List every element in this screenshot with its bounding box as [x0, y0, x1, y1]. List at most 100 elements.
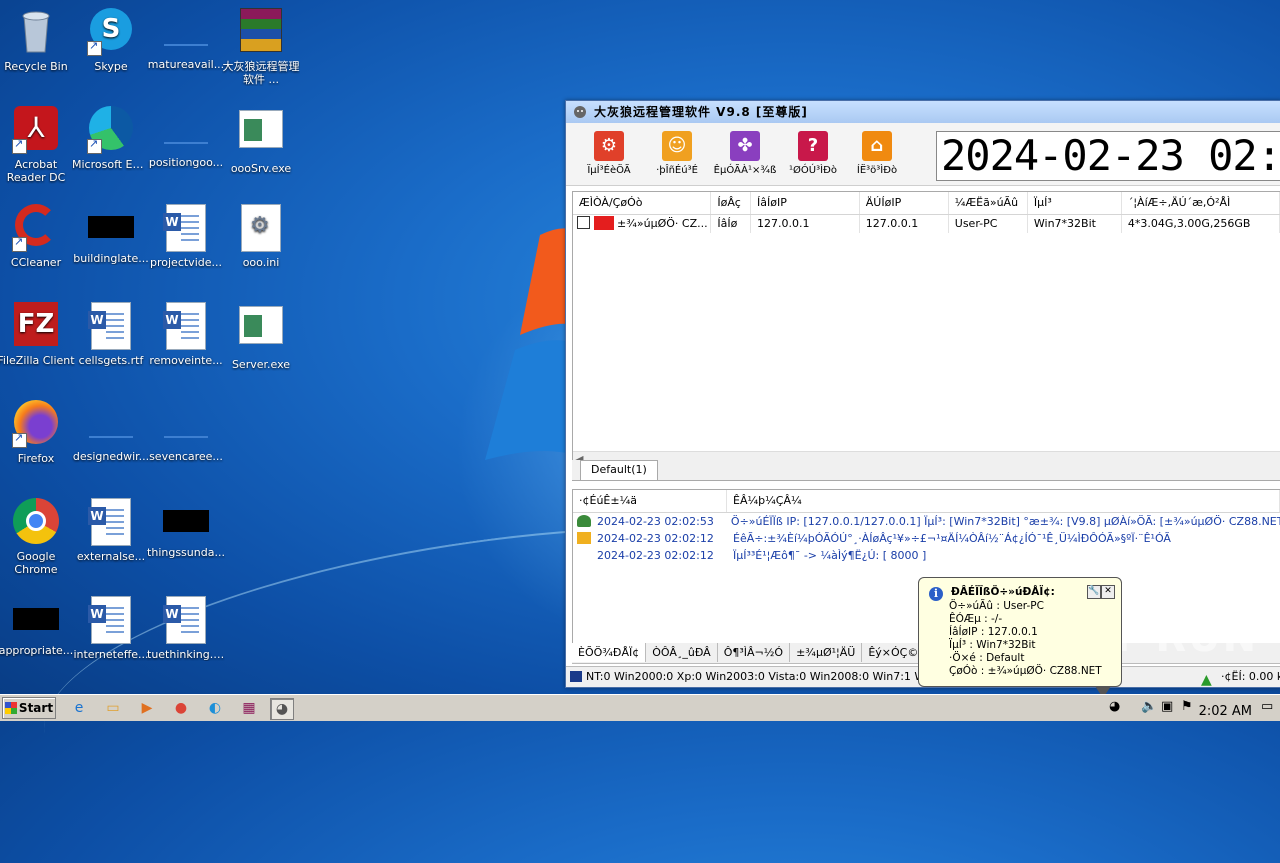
- media-player-taskbar-icon[interactable]: ▶: [136, 698, 158, 718]
- desktop-icon-chrome[interactable]: Google Chrome: [0, 498, 75, 576]
- desktop-icon-acrobat[interactable]: ⅄ Acrobat Reader DC: [0, 106, 75, 184]
- word-document-icon: W: [87, 596, 135, 644]
- desktop-icon-dahuilang[interactable]: 大灰狼远程管理软件 ...: [222, 8, 300, 86]
- network-icon[interactable]: ▣: [1161, 699, 1173, 714]
- event-log-header: ·¢ÉúÊ±¼ä ÊÂ¼þ¼ÇÂ¼: [573, 490, 1280, 513]
- log-row[interactable]: 2024-02-23 02:02:12 ÏµÍ³³É¹¦Æô¶¯ -> ¼àÌý…: [573, 547, 1280, 564]
- help-icon: ?: [798, 131, 828, 161]
- volume-icon[interactable]: 🔈: [1141, 699, 1157, 714]
- monitor-icon: [570, 671, 582, 682]
- desktop-icon-designedwir[interactable]: designedwir...: [72, 400, 150, 463]
- explorer-taskbar-icon[interactable]: ▭: [102, 698, 124, 718]
- desktop-icon-thingssunda[interactable]: thingssunda...: [147, 498, 225, 559]
- desktop-icon-appropriate[interactable]: appropriate...: [0, 596, 75, 657]
- wolf-app-taskbar-icon[interactable]: ◕: [270, 698, 294, 720]
- exit-button[interactable]: ⌂ ÍË³ö³ÌÐò: [844, 131, 910, 176]
- desktop-icon-interneteffe[interactable]: W interneteffe...: [72, 596, 150, 661]
- col-lan-ip[interactable]: ÄÚÍøIP: [860, 192, 949, 214]
- info-hostname: Ö÷»úÃû : User-PC: [949, 600, 1044, 612]
- desktop-icon-server-exe[interactable]: Server.exe: [222, 302, 300, 371]
- tools-icon: ✤: [730, 131, 760, 161]
- desktop-icon-positiongoo[interactable]: positiongoo...: [147, 106, 225, 169]
- app-tray-icon[interactable]: ◕: [1109, 699, 1120, 714]
- info-wan-ip: ÍâÍøIP : 127.0.0.1: [949, 626, 1038, 638]
- user-online-icon: [577, 515, 591, 527]
- col-wan-ip[interactable]: ÍâÍøIP: [751, 192, 860, 214]
- windows-logo-icon: [4, 702, 17, 714]
- taskbar: Start e ▭ ▶ ● ◐ ▦ ◕ ◕ 🔈 ▣ ⚑ 2:02 AM ▭: [0, 694, 1280, 721]
- tab-default-group[interactable]: Default(1): [580, 460, 658, 480]
- start-button[interactable]: Start: [2, 697, 56, 719]
- about-button[interactable]: ? ¹ØÓÚ³ÌÐò: [780, 131, 846, 176]
- tools-button[interactable]: ✤ ÊµÓÃÀ¹×¾ß: [712, 131, 778, 176]
- host-list-header: ÆÌÒÀ/ÇøÓò ÍøÂç ÍâÍøIP ÄÚÍøIP ¼ÆËã»úÃû Ïµ…: [573, 192, 1280, 215]
- file-icon: [164, 24, 208, 46]
- desktop-icon-ooo-ini[interactable]: ⚙ ooo.ini: [222, 204, 300, 269]
- desktop-icon-firefox[interactable]: Firefox: [0, 400, 75, 465]
- tab-2[interactable]: ÒÔÂ¸_ûÐÂ: [646, 643, 718, 662]
- black-file-icon: [88, 216, 134, 238]
- word-document-icon: W: [162, 204, 210, 252]
- log-icon: [577, 549, 591, 561]
- desktop-icon-filezilla[interactable]: FZ FileZilla Client: [0, 302, 75, 367]
- ie-taskbar-icon[interactable]: e: [68, 698, 90, 718]
- about-label: ¹ØÓÚ³ÌÐò: [789, 165, 837, 176]
- winrar-taskbar-icon[interactable]: ▦: [238, 698, 260, 718]
- col-network[interactable]: ÍøÂç: [711, 192, 752, 214]
- settings-button[interactable]: ⚙ ÏµÍ³ÉèÖÃ: [576, 131, 642, 176]
- settings-label: ÏµÍ³ÉèÖÃ: [587, 165, 631, 176]
- pin-icon[interactable]: 🔧: [1087, 585, 1101, 599]
- row-checkbox[interactable]: [577, 216, 590, 229]
- file-icon: [89, 416, 133, 438]
- black-file-icon: [13, 608, 59, 630]
- desktop-icon-cellsgets[interactable]: W cellsgets.rtf: [72, 302, 150, 367]
- col-hardware[interactable]: ´¦ÀíÆ÷,ÄÚ´æ,Ó²ÅÌ: [1122, 192, 1280, 214]
- close-icon[interactable]: ✕: [1101, 585, 1115, 599]
- recycle-bin-icon: [12, 8, 60, 56]
- desktop-icon-externalse[interactable]: W externalse...: [72, 498, 150, 563]
- desktop-icon-removeinte[interactable]: W removeinte...: [147, 302, 225, 367]
- exit-label: ÍË³ö³ÌÐò: [856, 165, 898, 176]
- home-icon: [577, 532, 591, 544]
- new-host-notification[interactable]: i ÐÂÉÏÏßÖ÷»úÐÅÏ¢: 🔧 ✕ Ö÷»úÃû : User-PC Ê…: [918, 577, 1122, 698]
- show-desktop-icon[interactable]: ▭: [1261, 699, 1273, 714]
- taskbar-clock[interactable]: 2:02 AM: [1199, 699, 1252, 725]
- tab-3[interactable]: Ô¶³ÌÂ¬½Ó: [718, 643, 791, 662]
- desktop-icon-skype[interactable]: S Skype: [72, 8, 150, 73]
- tab-log[interactable]: ÈÕÖ¾ÐÅÏ¢: [572, 643, 647, 662]
- desktop-icon-sevencaree[interactable]: sevencaree...: [147, 400, 225, 463]
- col-time[interactable]: ·¢ÉúÊ±¼ä: [573, 490, 727, 512]
- desktop-icon-ccleaner[interactable]: CCleaner: [0, 204, 75, 269]
- word-document-icon: W: [87, 498, 135, 546]
- chrome-icon: [12, 498, 60, 546]
- firefox-icon: [12, 400, 60, 448]
- edge-taskbar-icon[interactable]: ◐: [204, 698, 226, 718]
- tab-4[interactable]: ±¾µØ¹¦ÄÜ: [790, 643, 863, 662]
- desktop-icon-recycle-bin[interactable]: Recycle Bin: [0, 8, 75, 73]
- desktop-icon-edge[interactable]: Microsoft Edge: [72, 106, 150, 171]
- desktop-icon-tuethinking[interactable]: W tuethinking.rtf: [147, 596, 225, 661]
- filezilla-icon: FZ: [12, 302, 60, 350]
- word-document-icon: W: [87, 302, 135, 350]
- log-row[interactable]: 2024-02-23 02:02:12 ÉêÃ÷:±¾Èí¼þÓÃÓÚ°¸·ÀÍ…: [573, 530, 1280, 547]
- col-event[interactable]: ÊÂ¼þ¼ÇÂ¼: [727, 490, 1280, 512]
- chrome-taskbar-icon[interactable]: ●: [170, 698, 192, 718]
- word-document-icon: W: [162, 302, 210, 350]
- ccleaner-icon: [12, 204, 60, 252]
- desktop-icon-buildinglate[interactable]: buildinglate...: [72, 204, 150, 265]
- desktop-icon-matureavail[interactable]: matureavail...: [147, 8, 225, 71]
- desktop-icon-projectvide[interactable]: W projectvide...: [147, 204, 225, 269]
- col-hostname[interactable]: ¼ÆËã»úÃû: [949, 192, 1028, 214]
- table-row[interactable]: ±¾»úµØÖ· CZ... ÍâÍø 127.0.0.1 127.0.0.1 …: [573, 215, 1280, 233]
- col-region[interactable]: ÆÌÒÀ/ÇøÓò: [573, 192, 712, 214]
- info-group: ·Ö×é : Default: [949, 652, 1025, 664]
- log-row[interactable]: 2024-02-23 02:02:53 Ö÷»úÉÏÏß IP: [127.0.…: [573, 513, 1280, 530]
- flag-icon[interactable]: ⚑: [1181, 699, 1193, 714]
- window-titlebar[interactable]: 大灰狼远程管理软件 V9.8 [至尊版]: [566, 101, 1280, 123]
- col-os[interactable]: ÏµÍ³: [1028, 192, 1122, 214]
- info-region: ÇøÓò : ±¾»úµØÖ· CZ88.NET: [949, 665, 1102, 677]
- desktop-icon-ooosrv[interactable]: oooSrv.exe: [222, 106, 300, 175]
- build-server-button[interactable]: ☺ ·þÎñÉú³É: [644, 131, 710, 176]
- tools-label: ÊµÓÃÀ¹×¾ß: [713, 165, 777, 176]
- exe-window-icon: [237, 110, 285, 158]
